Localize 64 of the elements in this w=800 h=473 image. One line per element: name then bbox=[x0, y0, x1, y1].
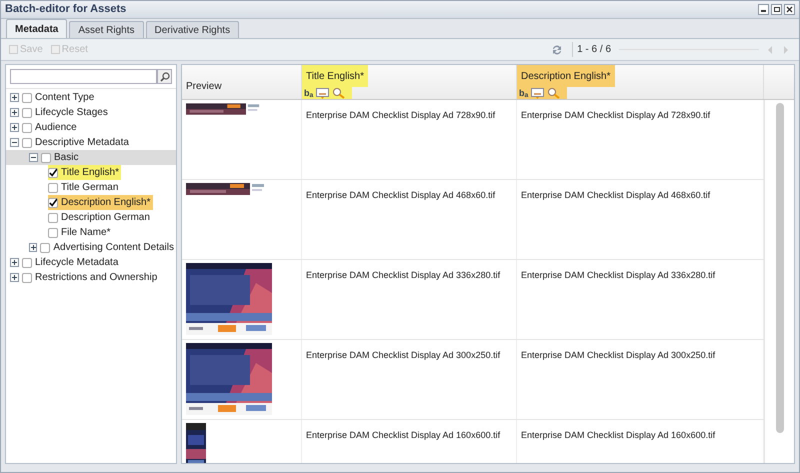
expand-icon[interactable] bbox=[10, 108, 19, 117]
spellcheck-icon[interactable] bbox=[316, 88, 330, 98]
checkbox[interactable] bbox=[41, 152, 51, 162]
search-button[interactable] bbox=[157, 69, 172, 84]
collapse-icon[interactable] bbox=[10, 138, 19, 147]
table-cell: Enterprise DAM Checklist Display Ad 160x600.tif bbox=[306, 430, 500, 440]
scrollbar[interactable] bbox=[776, 103, 784, 433]
find-replace-icon[interactable] bbox=[547, 87, 560, 99]
text-case-button[interactable]: b$_{a}$ bbox=[519, 88, 528, 98]
table-cell: Enterprise DAM Checklist Display Ad 468x60.tif bbox=[521, 190, 710, 200]
tree-item[interactable]: Description English* bbox=[61, 195, 150, 210]
search-field[interactable] bbox=[10, 69, 157, 84]
checkbox[interactable] bbox=[22, 122, 32, 132]
table-cell: Enterprise DAM Checklist Display Ad 160x600.tif bbox=[521, 430, 716, 440]
tree-item[interactable]: Title German bbox=[61, 180, 118, 195]
checkbox[interactable] bbox=[22, 108, 32, 118]
paging-text: 1 - 6 / 6 bbox=[572, 42, 611, 57]
checkbox[interactable] bbox=[22, 138, 32, 148]
checkbox[interactable] bbox=[48, 168, 58, 178]
tree-item[interactable]: Restrictions and Ownership bbox=[35, 270, 158, 285]
collapse-icon[interactable] bbox=[29, 153, 38, 162]
tree-item[interactable]: Lifecycle Metadata bbox=[35, 255, 118, 270]
checkbox[interactable] bbox=[48, 212, 58, 222]
tree-item[interactable]: Content Type bbox=[35, 90, 94, 105]
checkbox[interactable] bbox=[48, 198, 58, 208]
checkbox[interactable] bbox=[22, 272, 32, 282]
tab[interactable]: Metadata bbox=[6, 19, 68, 38]
checkbox[interactable] bbox=[48, 228, 58, 238]
tree-item[interactable]: Advertising Content Details bbox=[53, 240, 174, 255]
column-header[interactable]: Description English* bbox=[517, 65, 614, 87]
checkbox[interactable] bbox=[40, 242, 50, 252]
table-cell: Enterprise DAM Checklist Display Ad 336x280.tif bbox=[306, 270, 500, 280]
expand-icon[interactable] bbox=[10, 93, 19, 102]
expand-icon[interactable] bbox=[10, 273, 19, 282]
tree-item[interactable]: Audience bbox=[35, 120, 77, 135]
tree-item[interactable]: Title English* bbox=[61, 165, 119, 180]
column-header[interactable]: Preview bbox=[186, 70, 301, 94]
tree-item[interactable]: File Name* bbox=[61, 225, 110, 240]
checkbox[interactable] bbox=[22, 258, 32, 268]
window-title: Batch-editor for Assets bbox=[5, 2, 126, 18]
table-cell: Enterprise DAM Checklist Display Ad 300x250.tif bbox=[306, 350, 500, 360]
tab[interactable]: Derivative Rights bbox=[146, 21, 240, 38]
table-cell: Enterprise DAM Checklist Display Ad 468x60.tif bbox=[306, 190, 496, 200]
tree-item[interactable]: Lifecycle Stages bbox=[35, 105, 108, 120]
find-replace-icon[interactable] bbox=[332, 87, 346, 99]
expand-icon[interactable] bbox=[10, 123, 19, 132]
checkbox[interactable] bbox=[22, 92, 32, 102]
tree-item[interactable]: Basic bbox=[54, 150, 78, 165]
checkbox[interactable] bbox=[48, 182, 58, 192]
table-cell: Enterprise DAM Checklist Display Ad 728x90.tif bbox=[521, 110, 710, 120]
close-button[interactable] bbox=[784, 4, 795, 15]
table-cell: Enterprise DAM Checklist Display Ad 728x90.tif bbox=[306, 110, 496, 120]
tab[interactable]: Asset Rights bbox=[69, 21, 144, 38]
minimize-button[interactable] bbox=[758, 4, 769, 15]
table-cell: Enterprise DAM Checklist Display Ad 336x280.tif bbox=[521, 270, 716, 280]
expand-icon[interactable] bbox=[29, 243, 38, 252]
table-cell: Enterprise DAM Checklist Display Ad 300x250.tif bbox=[521, 350, 716, 360]
maximize-button[interactable] bbox=[771, 4, 782, 15]
expand-icon[interactable] bbox=[10, 258, 19, 267]
column-header[interactable]: Title English* bbox=[302, 65, 368, 87]
tree-item[interactable]: Descriptive Metadata bbox=[35, 135, 129, 150]
text-case-button[interactable]: b$_{a}$ bbox=[304, 88, 314, 98]
spellcheck-icon[interactable] bbox=[531, 88, 544, 98]
tree-item[interactable]: Description German bbox=[61, 210, 150, 225]
